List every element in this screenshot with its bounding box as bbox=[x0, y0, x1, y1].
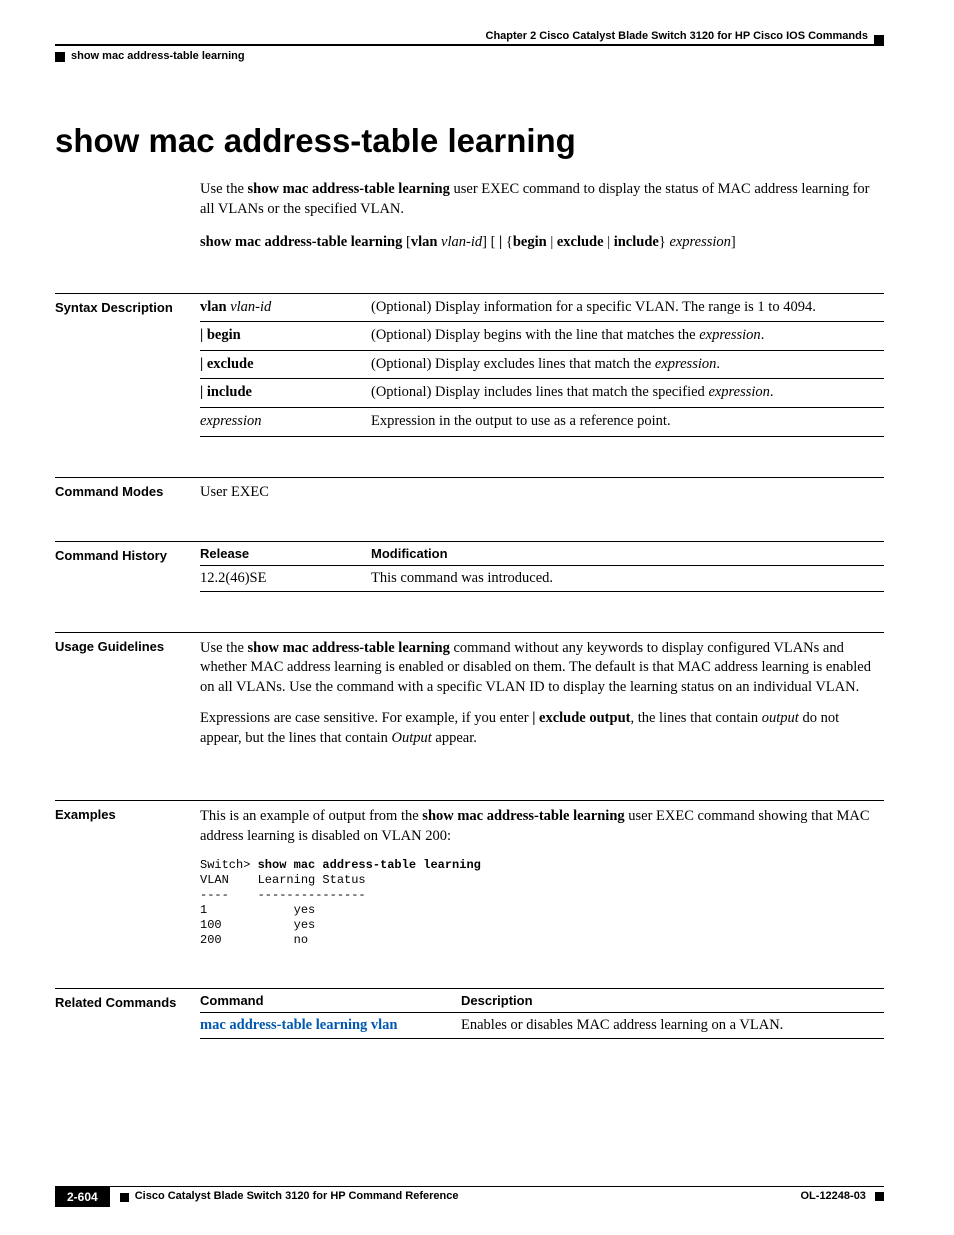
footer-square-icon bbox=[120, 1193, 129, 1202]
page-number: 2-604 bbox=[55, 1187, 110, 1207]
command-history-label: Command History bbox=[55, 541, 200, 563]
footer-doc-title: Cisco Catalyst Blade Switch 3120 for HP … bbox=[135, 1187, 459, 1207]
syntax-line: show mac address-table learning [vlan vl… bbox=[200, 233, 884, 253]
usage-paragraph-1: Use the show mac address-table learning … bbox=[200, 639, 884, 698]
table-row: 12.2(46)SE This command was introduced. bbox=[200, 565, 884, 591]
table-row: mac address-table learning vlan Enables … bbox=[200, 1013, 884, 1039]
history-col-modification: Modification bbox=[371, 541, 884, 565]
command-history-section: Command History Release Modification 12.… bbox=[55, 541, 884, 592]
breadcrumb-row: show mac address-table learning bbox=[55, 50, 884, 62]
related-table: Command Description mac address-table le… bbox=[200, 988, 884, 1039]
breadcrumb: show mac address-table learning bbox=[71, 50, 245, 62]
intro-block: Use the show mac address-table learning … bbox=[200, 180, 884, 253]
page-title: show mac address-table learning bbox=[55, 122, 884, 160]
examples-label: Examples bbox=[55, 800, 200, 822]
related-label: Related Commands bbox=[55, 988, 200, 1010]
table-row: | include (Optional) Display includes li… bbox=[200, 379, 884, 408]
table-header-row: Release Modification bbox=[200, 541, 884, 565]
related-command-link[interactable]: mac address-table learning vlan bbox=[200, 1017, 398, 1033]
examples-section: Examples This is an example of output fr… bbox=[55, 800, 884, 948]
table-header-row: Command Description bbox=[200, 989, 884, 1013]
usage-paragraph-2: Expressions are case sensitive. For exam… bbox=[200, 709, 884, 748]
related-section: Related Commands Command Description mac… bbox=[55, 988, 884, 1039]
command-modes-label: Command Modes bbox=[55, 477, 200, 499]
related-col-description: Description bbox=[461, 989, 884, 1013]
related-col-command: Command bbox=[200, 989, 461, 1013]
syntax-table: vlan vlan-id (Optional) Display informat… bbox=[200, 293, 884, 437]
syntax-label: Syntax Description bbox=[55, 293, 200, 315]
chapter-title: Chapter 2 Cisco Catalyst Blade Switch 31… bbox=[55, 30, 868, 44]
example-output: Switch> show mac address-table learning … bbox=[200, 858, 884, 948]
table-row: | exclude (Optional) Display excludes li… bbox=[200, 350, 884, 379]
command-modes-section: Command Modes User EXEC bbox=[55, 477, 884, 501]
usage-label: Usage Guidelines bbox=[55, 632, 200, 654]
history-table: Release Modification 12.2(46)SE This com… bbox=[200, 541, 884, 592]
table-row: | begin (Optional) Display begins with t… bbox=[200, 322, 884, 351]
command-modes-value: User EXEC bbox=[200, 477, 884, 501]
syntax-section: Syntax Description vlan vlan-id (Optiona… bbox=[55, 293, 884, 437]
history-col-release: Release bbox=[200, 541, 371, 565]
examples-paragraph: This is an example of output from the sh… bbox=[200, 807, 884, 846]
table-row: vlan vlan-id (Optional) Display informat… bbox=[200, 293, 884, 322]
footer-right-square-icon bbox=[875, 1192, 884, 1201]
header-rule bbox=[55, 44, 884, 46]
intro-paragraph: Use the show mac address-table learning … bbox=[200, 180, 884, 219]
footer-doc-number: OL-12248-03 bbox=[801, 1187, 885, 1207]
document-page: Chapter 2 Cisco Catalyst Blade Switch 31… bbox=[0, 0, 954, 1235]
page-header: Chapter 2 Cisco Catalyst Blade Switch 31… bbox=[55, 30, 884, 44]
table-row: expression Expression in the output to u… bbox=[200, 407, 884, 436]
breadcrumb-square-icon bbox=[55, 52, 65, 62]
usage-section: Usage Guidelines Use the show mac addres… bbox=[55, 632, 884, 761]
page-footer: 2-604 Cisco Catalyst Blade Switch 3120 f… bbox=[55, 1186, 884, 1207]
